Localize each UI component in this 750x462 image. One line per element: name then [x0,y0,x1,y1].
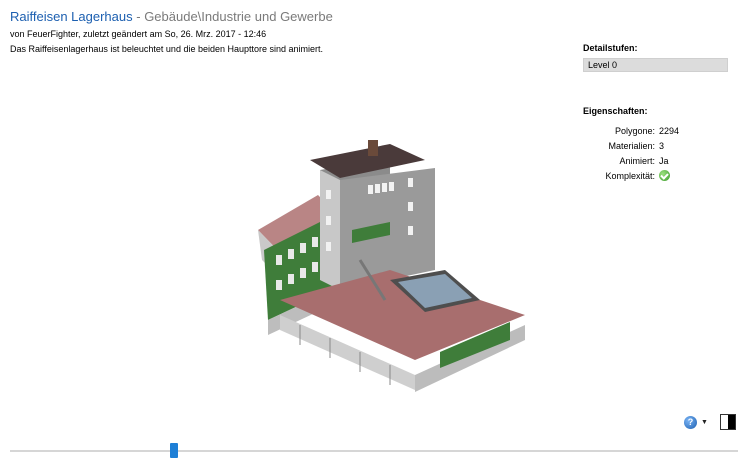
contrast-toggle-icon[interactable] [719,414,736,430]
polygone-value: 2294 [659,125,680,136]
prop-row-animiert: Animiert: Ja [583,153,728,168]
detail-levels-panel: Detailstufen: Level 0 [583,43,728,72]
help-icon[interactable]: ? [684,415,697,429]
animiert-value: Ja [659,155,669,166]
prop-row-polygone: Polygone: 2294 [583,123,728,138]
properties-heading: Eigenschaften: [583,106,648,116]
model-category: Gebäude\Industrie und Gewerbe [144,9,333,24]
prop-row-materialien: Materialien: 3 [583,138,728,153]
materialien-label: Materialien: [608,140,655,151]
prop-row-komplexitaet: Komplexität: [583,168,728,183]
komplexitaet-label: Komplexität: [605,170,655,181]
level-select[interactable]: Level 0 [583,58,728,72]
title-line: Raiffeisen Lagerhaus - Gebäude\Industrie… [10,8,333,26]
model-preview-viewport[interactable] [240,130,540,405]
check-circle-icon [659,170,670,182]
viewer-toolbar: ? ▼ [684,414,736,430]
properties-panel: Eigenschaften: Polygone: 2294 Materialie… [583,106,728,183]
model-title: Raiffeisen Lagerhaus [10,9,133,24]
chevron-down-icon[interactable]: ▼ [701,419,708,426]
rotation-slider-thumb[interactable] [170,443,178,458]
polygone-label: Polygone: [614,125,655,136]
detail-levels-heading: Detailstufen: [583,43,638,53]
header: Raiffeisen Lagerhaus - Gebäude\Industrie… [10,8,333,40]
author-byline: von FeuerFighter, zuletzt geändert am So… [10,29,267,39]
title-separator: - [132,9,145,24]
building-model-image [258,140,525,392]
model-description: Das Raiffeisenlagerhaus ist beleuchtet u… [10,44,324,54]
animiert-label: Animiert: [619,155,655,166]
rotation-slider-track[interactable] [10,450,738,452]
materialien-value: 3 [659,140,665,151]
